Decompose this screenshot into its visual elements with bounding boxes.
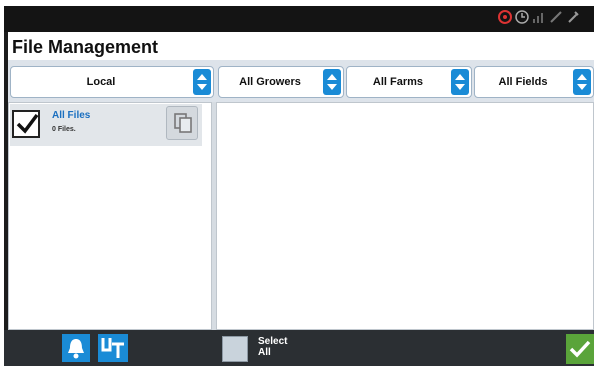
file-item-name: All Files (52, 110, 91, 121)
ut-icon (101, 338, 124, 358)
select-all-label-line2: All (258, 347, 271, 358)
clock-icon (515, 10, 529, 29)
all-files-checkbox[interactable] (12, 110, 40, 138)
status-bar (4, 6, 594, 32)
gps-icon (498, 10, 512, 29)
select-all-label-line1: Select (258, 336, 288, 347)
up-down-arrows-icon[interactable] (451, 69, 469, 95)
title-bar: File Management (8, 32, 594, 61)
universal-terminal-button[interactable] (98, 334, 128, 362)
growers-dropdown-label: All Growers (239, 76, 301, 88)
alarm-button[interactable] (62, 334, 90, 362)
confirm-button[interactable] (566, 334, 594, 364)
fields-dropdown-label: All Fields (498, 76, 548, 88)
growers-dropdown[interactable]: All Growers (218, 66, 344, 98)
fields-dropdown[interactable]: All Fields (474, 66, 594, 98)
antenna-icon (549, 10, 563, 29)
checkmark-icon (569, 340, 591, 358)
farms-dropdown[interactable]: All Farms (346, 66, 472, 98)
bell-icon (68, 339, 84, 359)
signal-icon (532, 10, 546, 29)
checkmark-icon (16, 113, 39, 134)
farms-dropdown-label: All Farms (372, 76, 424, 88)
tool-icon (566, 10, 580, 29)
copy-button[interactable] (166, 106, 198, 140)
source-dropdown-label: Local (86, 76, 116, 88)
copy-icon (174, 113, 192, 133)
up-down-arrows-icon[interactable] (573, 69, 591, 95)
file-detail-panel (216, 102, 594, 330)
up-down-arrows-icon[interactable] (193, 69, 211, 95)
file-item-count: 0 Files. (52, 126, 76, 133)
page-title: File Management (12, 37, 159, 57)
source-dropdown[interactable]: Local (10, 66, 214, 98)
select-all-label[interactable]: Select All (258, 336, 318, 358)
select-all-checkbox[interactable] (222, 336, 248, 362)
up-down-arrows-icon[interactable] (323, 69, 341, 95)
